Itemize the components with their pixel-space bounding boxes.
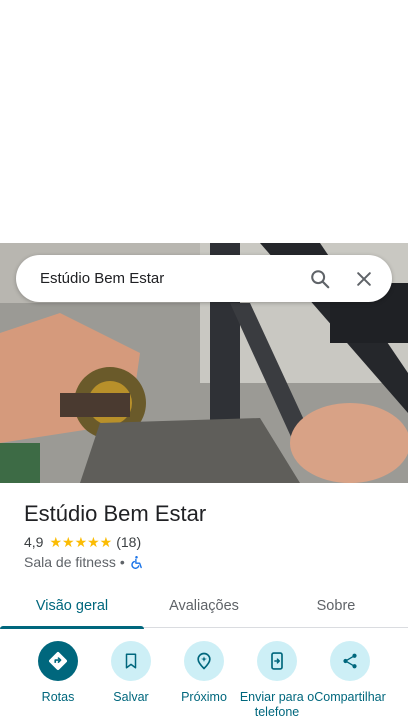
- search-query-text[interactable]: Estúdio Bem Estar: [16, 270, 298, 287]
- tab-about[interactable]: Sobre: [264, 584, 408, 628]
- send-to-phone-icon: [271, 652, 283, 670]
- active-tab-indicator: [0, 626, 144, 629]
- close-icon: [357, 271, 371, 286]
- review-count: (18): [116, 534, 142, 550]
- directions-label: Rotas: [41, 690, 75, 704]
- place-page: Estúdio Bem Estar Estúdio Bem Estar 4,9 …: [0, 0, 408, 726]
- nearby-label: Próximo: [181, 690, 227, 704]
- send-to-phone-button[interactable]: Enviar para o telefone: [239, 641, 315, 720]
- tab-overview[interactable]: Visão geral: [0, 584, 144, 629]
- directions-icon: [49, 652, 67, 670]
- search-button[interactable]: [298, 257, 342, 301]
- directions-button[interactable]: Rotas: [20, 641, 96, 705]
- place-category: Sala de fitness: [24, 554, 116, 570]
- separator: •: [119, 554, 125, 570]
- rating-stars: ★★★★★: [49, 534, 113, 550]
- place-title: Estúdio Bem Estar: [24, 501, 207, 526]
- share-icon: [343, 653, 357, 669]
- nearby-icon: [197, 652, 211, 670]
- rating-value: 4,9: [24, 534, 44, 550]
- save-button[interactable]: Salvar: [93, 641, 169, 705]
- place-tabs: Visão geral Avaliações Sobre: [0, 584, 408, 629]
- search-bar[interactable]: Estúdio Bem Estar: [16, 255, 392, 302]
- rating-row[interactable]: 4,9 ★★★★★ (18): [24, 534, 394, 550]
- share-button[interactable]: Compartilhar: [312, 641, 388, 705]
- tab-reviews[interactable]: Avaliações: [144, 584, 264, 628]
- wheelchair-icon: [131, 555, 142, 569]
- place-info: Estúdio Bem Estar 4,9 ★★★★★ (18) Sala de…: [24, 500, 394, 570]
- save-label: Salvar: [113, 690, 149, 704]
- action-buttons: Rotas Salvar Próximo Enviar para o telef…: [0, 641, 408, 726]
- bookmark-icon: [125, 653, 137, 669]
- share-label: Compartilhar: [314, 690, 386, 704]
- category-row: Sala de fitness •: [24, 554, 394, 570]
- nearby-button[interactable]: Próximo: [166, 641, 242, 705]
- clear-search-button[interactable]: [342, 257, 386, 301]
- search-icon: [311, 269, 330, 288]
- send-to-phone-label: Enviar para o telefone: [239, 690, 315, 719]
